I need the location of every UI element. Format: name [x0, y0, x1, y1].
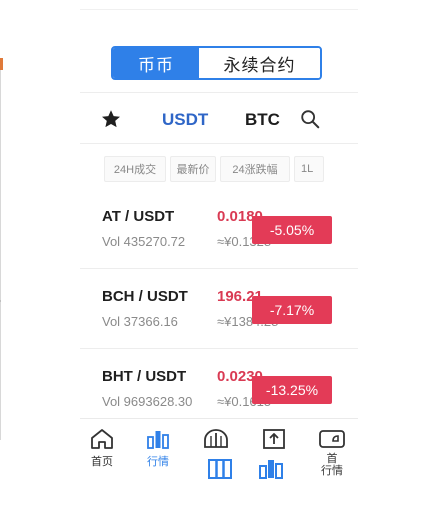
sort-volume-button[interactable]: 24H成交: [104, 156, 166, 182]
edge-divider-mark: [0, 300, 1, 302]
change-badge: -7.17%: [252, 296, 332, 324]
search-icon[interactable]: [299, 108, 321, 130]
chart-bars-icon: [259, 460, 283, 479]
phone-screen: 币币 永续合约 USDT BTC 24H成交 最新价 24涨跌幅 1L AT /…: [80, 0, 358, 528]
tab-usdt[interactable]: USDT: [162, 110, 208, 130]
nav-trade[interactable]: [196, 427, 236, 451]
divider: [80, 268, 358, 269]
divider: [80, 92, 358, 93]
nav-profile[interactable]: 首行情: [312, 427, 352, 477]
edge-decoration: [0, 58, 3, 70]
app-page: 币币 永续合约 USDT BTC 24H成交 最新价 24涨跌幅 1L AT /…: [0, 0, 425, 528]
volume: Vol 435270.72: [102, 234, 186, 249]
nav-market-label: 行情: [147, 456, 169, 468]
divider: [80, 348, 358, 349]
divider: [80, 143, 358, 144]
tab-perpetual[interactable]: 永续合约: [199, 48, 320, 78]
pair-name: BCH / USDT: [102, 288, 188, 305]
upload-box-icon: [263, 429, 285, 449]
tab-spot[interactable]: 币币: [113, 48, 199, 78]
pair-name: BHT / USDT: [102, 368, 187, 385]
top-strip: [80, 0, 358, 10]
change-badge: -13.25%: [252, 376, 332, 404]
sort-latest-price-button[interactable]: 最新价: [170, 156, 216, 182]
sort-more-button[interactable]: 1L: [294, 156, 324, 182]
tab-btc[interactable]: BTC: [245, 110, 280, 130]
market-row[interactable]: AT / USDT Vol 435270.72 0.0180 ≈¥0.1328 …: [80, 198, 358, 268]
change-badge: -5.05%: [252, 216, 332, 244]
chart-bars-icon: [208, 459, 232, 479]
sort-options: 24H成交 最新价 24涨跌幅 1L: [104, 156, 336, 184]
sort-change-button[interactable]: 24涨跌幅: [220, 156, 290, 182]
nav-profile-label-top: 首: [326, 453, 338, 465]
favorite-star-icon[interactable]: [100, 108, 122, 130]
volume: Vol 9693628.30: [102, 394, 193, 409]
dome-icon: [204, 429, 228, 448]
quote-currency-tabs: USDT BTC: [80, 102, 358, 138]
chart-bars-icon: [147, 431, 169, 449]
market-row[interactable]: BCH / USDT Vol 37366.16 196.21 ≈¥1384.28…: [80, 278, 358, 348]
pair-name: AT / USDT: [102, 208, 175, 225]
market-type-switch: 币币 永续合约: [111, 46, 322, 80]
home-icon: [91, 429, 113, 449]
volume: Vol 37366.16: [102, 314, 178, 329]
nav-assets[interactable]: [254, 427, 294, 451]
nav-profile-label-bottom: 行情: [321, 465, 343, 477]
nav-profile-label: 首行情: [321, 453, 343, 477]
nav-home-label: 首页: [91, 456, 113, 468]
edge-divider: [0, 70, 1, 440]
nav-market[interactable]: 行情: [138, 427, 178, 469]
wallet-card-icon: [319, 430, 345, 448]
nav-home[interactable]: 首页: [82, 427, 122, 469]
